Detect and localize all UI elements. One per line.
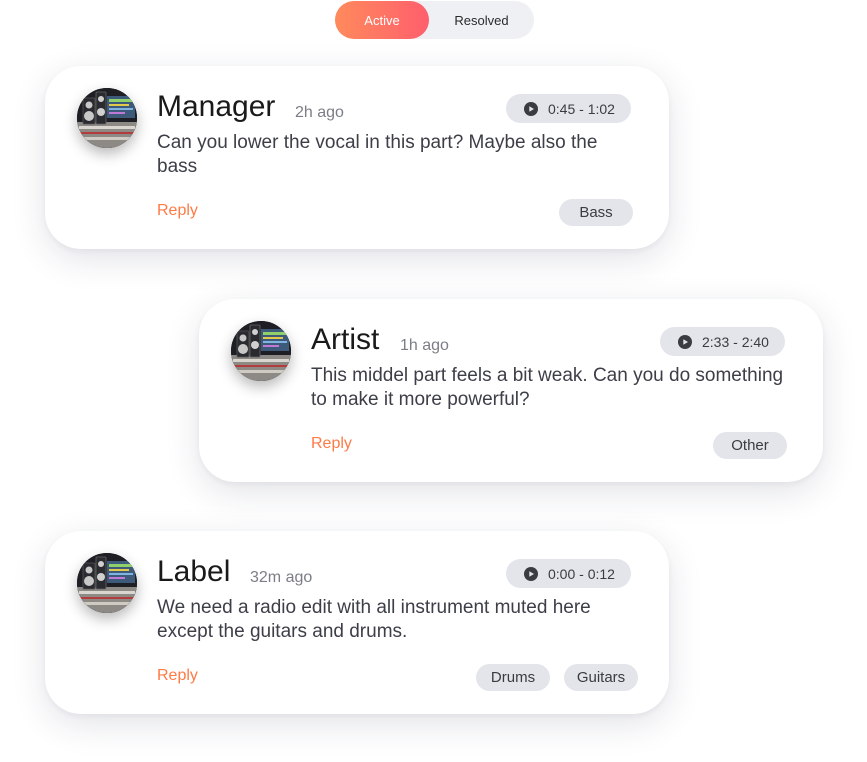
comment-time: 2h ago: [295, 104, 344, 121]
tag-bass[interactable]: Bass: [559, 199, 633, 226]
comment-time: 32m ago: [250, 569, 313, 586]
time-range-button[interactable]: 0:00 - 0:12: [506, 559, 631, 588]
reply-link[interactable]: Reply: [157, 667, 198, 685]
comment-time: 1h ago: [400, 337, 449, 354]
time-range-button[interactable]: 0:45 - 1:02: [506, 94, 631, 123]
comment-card: Artist 1h ago 2:33 - 2:40 This middel pa…: [199, 299, 823, 482]
tag-drums[interactable]: Drums: [476, 664, 550, 691]
comment-author: Manager: [157, 90, 276, 123]
filter-toggle: Active Resolved: [335, 1, 534, 39]
active-filter-button[interactable]: Active: [335, 1, 429, 39]
time-range-label: 0:00 - 0:12: [548, 565, 615, 582]
comment-author: Artist: [311, 323, 380, 356]
tag-guitars[interactable]: Guitars: [564, 664, 638, 691]
play-icon: [678, 334, 692, 349]
avatar[interactable]: [77, 553, 137, 613]
comment-card: Manager 2h ago 0:45 - 1:02 Can you lower…: [45, 66, 669, 249]
comment-message: We need a radio edit with all instrument…: [157, 597, 591, 642]
time-range-button[interactable]: 2:33 - 2:40: [660, 327, 785, 356]
comment-author: Label: [157, 555, 231, 588]
resolved-filter-button[interactable]: Resolved: [429, 1, 534, 39]
play-icon: [524, 101, 538, 116]
tag-other[interactable]: Other: [713, 432, 787, 459]
avatar[interactable]: [77, 88, 137, 148]
comment-card: Label 32m ago 0:00 - 0:12 We need a radi…: [45, 531, 669, 714]
time-range-label: 0:45 - 1:02: [548, 100, 615, 117]
reply-link[interactable]: Reply: [157, 202, 198, 220]
play-icon: [524, 566, 538, 581]
comment-message: This middel part feels a bit weak. Can y…: [311, 365, 784, 410]
comment-message: Can you lower the vocal in this part? Ma…: [157, 132, 598, 177]
reply-link[interactable]: Reply: [311, 435, 352, 453]
time-range-label: 2:33 - 2:40: [702, 333, 769, 350]
avatar[interactable]: [231, 321, 291, 381]
